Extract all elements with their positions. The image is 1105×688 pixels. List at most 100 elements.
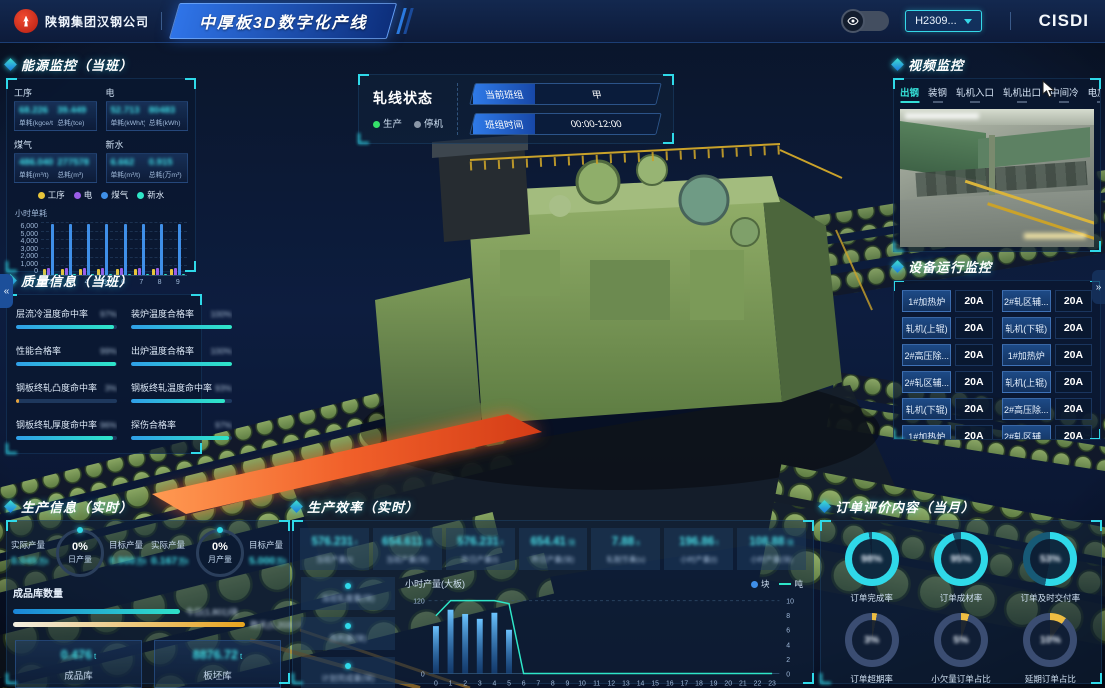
equipment-readout: 轧机(下辊)20A	[902, 398, 993, 420]
svg-text:21: 21	[739, 680, 747, 687]
warehouse-bar-today: 今日(1,801)块	[13, 605, 283, 618]
svg-text:10: 10	[786, 599, 794, 606]
donut-short-order-ratio: 5%小欠量订单占比	[918, 613, 1003, 685]
svg-text:7: 7	[536, 680, 540, 687]
quality-metric: 探伤合格率97%	[131, 418, 232, 440]
panel-equipment: 设备运行监控 1#加热炉20A 2#轧区辅...20A 轧机(上辊)20A 轧机…	[893, 258, 1101, 440]
camera-label-overlay	[1024, 233, 1086, 239]
svg-text:12: 12	[607, 680, 615, 687]
diamond-icon	[4, 500, 17, 513]
warehouse-bar-yesterday: 昨天(5,203)块	[13, 618, 283, 631]
page-title: 中厚板3D数字化产线	[169, 3, 398, 39]
equipment-readout: 2#高压除...20A	[1002, 398, 1093, 420]
warehouse-section-label: 成品库数量	[13, 585, 283, 600]
svg-text:3: 3	[478, 680, 482, 687]
video-content: 出钢 装钢 轧机入口 轧机出口 中间冷 电加热	[893, 78, 1101, 252]
stat-card: 108.88块小时产量(块)	[737, 528, 806, 570]
rolling-status-legend: 生产 停机	[373, 116, 443, 130]
quality-metric: 装炉温度合格率100%	[131, 307, 232, 329]
quality-metric: 出炉温度合格率100%	[131, 344, 232, 366]
shift-group-field: 当前班组 甲	[469, 83, 661, 105]
camera-feed[interactable]	[900, 109, 1094, 247]
tab-intercooling[interactable]: 中间冷	[1050, 85, 1079, 103]
stat-card: 196.86t小时产量(t)	[664, 528, 733, 570]
right-collapse-handle[interactable]: »	[1092, 270, 1105, 304]
svg-text:4: 4	[786, 642, 790, 649]
diamond-icon	[4, 58, 17, 71]
daily-output-gauge: 实际产量0.045万t 0%日产量 目标产量0.900万t	[11, 529, 149, 577]
panel-orders: 订单评价内容（当月） 98%订单完成率 95%订单成材率 53%订单及时交付率 …	[820, 498, 1102, 684]
diamond-icon	[290, 500, 303, 513]
svg-text:6: 6	[522, 680, 526, 687]
stat-card: 654.611块当班产量(块)	[373, 528, 442, 570]
side-stat-card: 当班轧废量(块)	[301, 577, 395, 610]
svg-text:4: 4	[492, 680, 496, 687]
visibility-toggle[interactable]	[843, 11, 889, 31]
svg-text:13: 13	[622, 680, 630, 687]
svg-text:6: 6	[786, 628, 790, 635]
diamond-icon	[891, 260, 904, 273]
panel-title: 生产效率（实时）	[292, 498, 814, 514]
quality-metric: 钢板终轧凸度命中率3%	[16, 381, 117, 403]
energy-chart-ylabel: 小时单耗	[15, 209, 47, 218]
heat-number-dropdown[interactable]: H2309...	[905, 10, 982, 32]
svg-text:8: 8	[786, 613, 790, 620]
svg-text:9: 9	[566, 680, 570, 687]
monthly-output-gauge: 实际产量0.167万t 0%月产量 目标产量5.000万t	[151, 529, 289, 577]
svg-text:19: 19	[710, 680, 718, 687]
equipment-readout: 1#加热炉20A	[1002, 344, 1093, 366]
tab-mill-exit[interactable]: 轧机出口	[1003, 85, 1041, 103]
energy-content: 工序 68.22639.449单耗(kgce/t)总耗(tce) 电 52.71…	[6, 78, 196, 272]
quality-metric: 钢板终轧厚度命中率96%	[16, 418, 117, 440]
donut-ontime-delivery: 53%订单及时交付率	[1008, 532, 1093, 604]
svg-text:0: 0	[786, 671, 790, 678]
equipment-readout: 1#加热炉20A	[902, 425, 993, 440]
panel-rolling-status: 轧线状态 生产 停机 当前班组 甲 班组时间 00:00-12:00	[358, 74, 674, 144]
eye-icon	[841, 9, 865, 33]
svg-text:22: 22	[754, 680, 762, 687]
panel-title: 质量信息（当班）	[6, 272, 202, 288]
company-logo-icon	[14, 9, 38, 33]
svg-text:120: 120	[413, 599, 425, 606]
stat-card: 654.41块昨日产量(块)	[519, 528, 588, 570]
camera-timestamp-overlay	[905, 113, 979, 119]
tab-mill-entry[interactable]: 轧机入口	[956, 85, 994, 103]
equipment-readout: 1#加热炉20A	[902, 290, 993, 312]
finished-stock-card: 0.476t 成品库	[15, 640, 142, 688]
panel-quality: 质量信息（当班） 层流冷温度命中率97% 装炉温度合格率100% 性能合格率99…	[6, 272, 202, 454]
energy-group: 工序 68.22639.449单耗(kgce/t)总耗(tce)	[14, 86, 97, 131]
equipment-readout: 2#轧区辅...20A	[1002, 290, 1093, 312]
donut-overdue-rate: 3%订单超期率	[829, 613, 914, 685]
efficiency-content: 576.231t当班产量(t) 654.611块当班产量(块) 576.231t…	[292, 520, 814, 684]
svg-text:17: 17	[681, 680, 689, 687]
production-content: 实际产量0.045万t 0%日产量 目标产量0.900万t 实际产量0.167万…	[6, 520, 290, 684]
diamond-icon	[818, 500, 831, 513]
svg-text:5: 5	[507, 680, 511, 687]
panel-title: 能源监控（当班）	[6, 56, 196, 72]
svg-text:2: 2	[786, 657, 790, 664]
stat-card: 576.231t昨日产量(t)	[446, 528, 515, 570]
energy-group: 电 52.71380483单耗(kWh/t)总耗(kWh)	[106, 86, 189, 131]
equipment-readout: 2#轧区辅...20A	[902, 371, 993, 393]
diamond-icon	[891, 58, 904, 71]
rolling-status-title: 轧线状态	[373, 88, 443, 108]
svg-text:16: 16	[666, 680, 674, 687]
panel-video: 视频监控 出钢 装钢 轧机入口 轧机出口 中间冷 电加热	[893, 56, 1101, 252]
equipment-content: 1#加热炉20A 2#轧区辅...20A 轧机(上辊)20A 轧机(下辊)20A…	[893, 280, 1101, 440]
cisdi-logo: CISDI	[1039, 11, 1089, 31]
svg-text:10: 10	[578, 680, 586, 687]
quality-metric: 性能合格率99%	[16, 344, 117, 366]
hourly-output-chart: 1200108642001234567891011121314151617181…	[403, 590, 805, 688]
donut-yield-rate: 95%订单成材率	[918, 532, 1003, 604]
svg-text:8: 8	[551, 680, 555, 687]
svg-text:0: 0	[434, 680, 438, 687]
side-stat-card: 计划完成量(块)	[301, 657, 395, 688]
svg-text:20: 20	[724, 680, 732, 687]
donut-delayed-order-ratio: 10%延期订单占比	[1008, 613, 1093, 685]
header-divider	[1010, 12, 1011, 30]
quality-metric: 钢板终轧温度命中率93%	[131, 381, 232, 403]
equipment-readout: 2#轧区辅...20A	[1002, 425, 1093, 440]
tab-zhuanggang[interactable]: 装钢	[928, 85, 947, 103]
svg-text:23: 23	[768, 680, 776, 687]
left-collapse-handle[interactable]: «	[0, 274, 13, 308]
